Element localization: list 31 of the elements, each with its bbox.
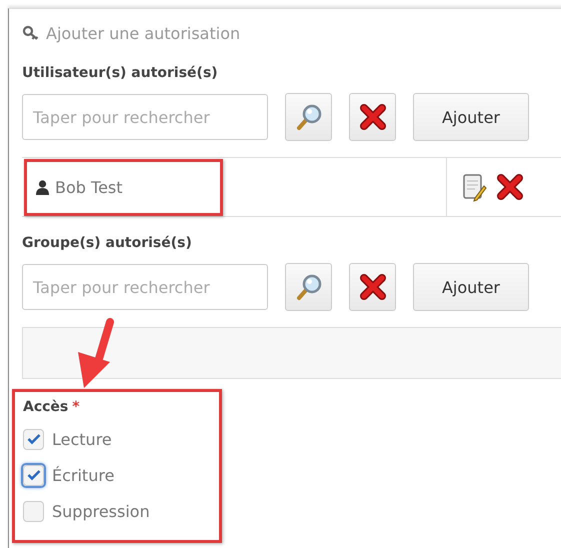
search-field[interactable]: Taper pour rechercher [22,264,268,310]
search-icon [294,273,322,301]
field-label: Accès [23,399,68,415]
user-name: Bob Test [55,178,123,196]
key-icon [22,25,40,41]
add-button[interactable]: Ajouter [413,263,529,311]
user-icon [36,180,49,194]
checkbox[interactable] [23,428,44,450]
field-label: Utilisateur(s) autorisé(s) [22,65,219,83]
option-label: Suppression [52,502,150,520]
option-label: Lecture [52,430,112,448]
clear-button[interactable] [349,263,396,311]
option-label: Écriture [52,466,114,484]
search-field[interactable]: Taper pour rechercher [22,94,268,140]
search-button[interactable] [285,263,332,311]
arrow [78,318,114,388]
checkbox[interactable] [23,500,44,522]
clear-button[interactable] [349,93,396,141]
field-label: Groupe(s) autorisé(s) [22,235,193,253]
required-mark: * [72,399,80,415]
search-icon [294,103,322,131]
checkbox[interactable] [23,464,44,486]
notepad-icon[interactable] [461,172,487,202]
close-icon [360,274,386,300]
close-icon [360,104,386,130]
section-title: Ajouter une autorisation [46,24,240,42]
add-button[interactable]: Ajouter [413,93,529,141]
check-icon [26,433,40,445]
check-icon [26,469,40,481]
delete-icon [497,174,523,200]
search-button[interactable] [285,93,332,141]
